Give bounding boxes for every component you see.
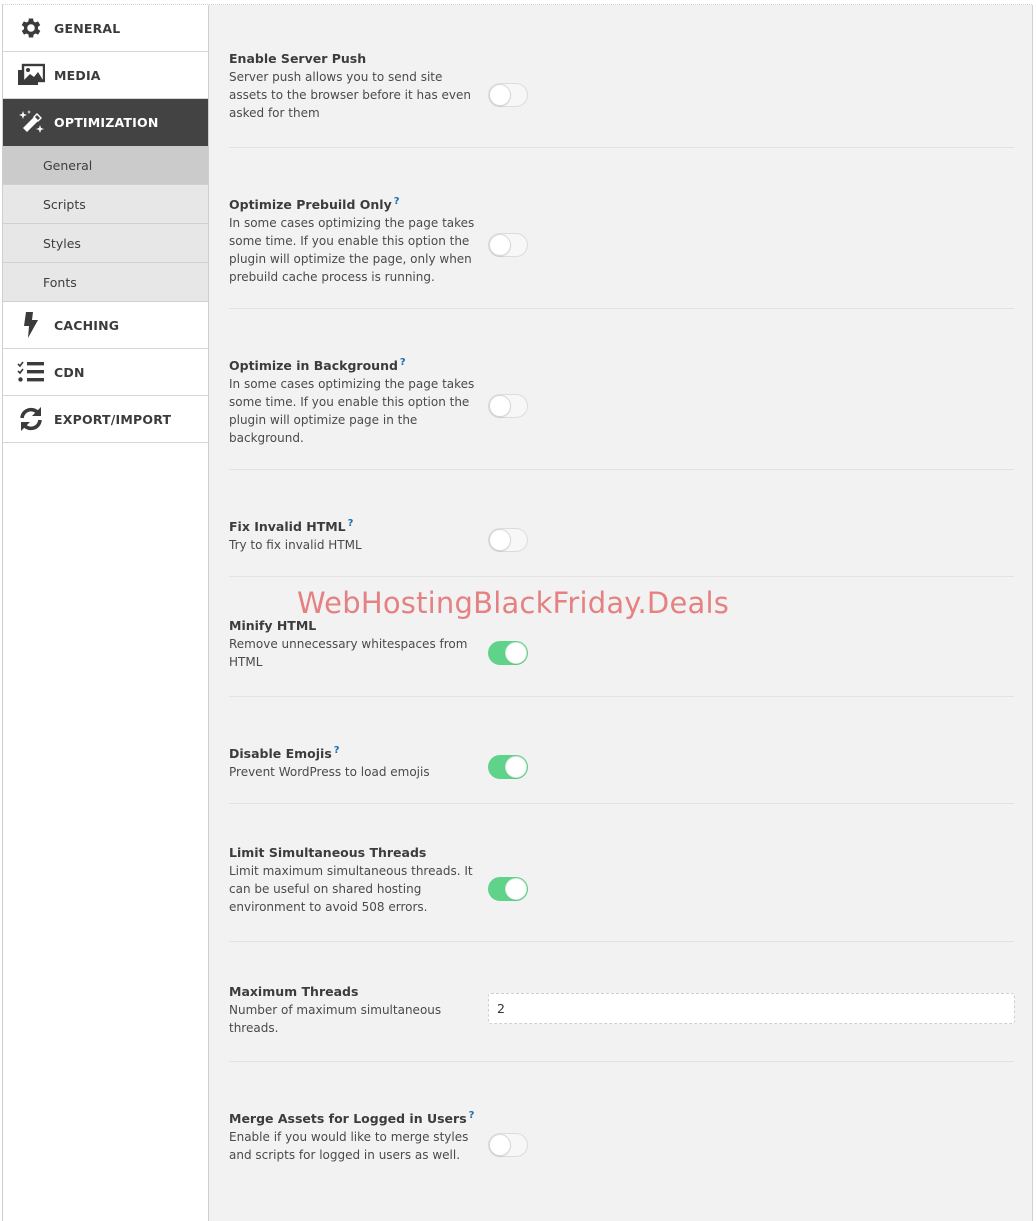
setting-title: Enable Server Push (229, 50, 484, 68)
sidebar-item-label: MEDIA (54, 67, 101, 83)
checklist-icon (16, 357, 46, 387)
setting-enable-server-push: Enable Server Push Server push allows yo… (229, 5, 1014, 148)
setting-text: Merge Assets for Logged in Users? Enable… (229, 1107, 484, 1164)
toggle-knob (489, 84, 511, 106)
settings-panel: Enable Server Push Server push allows yo… (209, 5, 1032, 1221)
setting-text: Optimize in Background? In some cases op… (229, 354, 484, 447)
setting-description: Remove unnecessary whitespaces from HTML (229, 637, 468, 669)
sidebar-item-optimization[interactable]: OPTIMIZATION (3, 99, 208, 146)
sidebar-item-label: OPTIMIZATION (54, 114, 159, 130)
sidebar-item-export-import[interactable]: EXPORT/IMPORT (3, 396, 208, 443)
setting-description: Limit maximum simultaneous threads. It c… (229, 864, 473, 914)
help-link[interactable]: ? (334, 745, 340, 756)
sidebar-item-cdn[interactable]: CDN (3, 349, 208, 396)
setting-title-text: Optimize in Background (229, 358, 398, 374)
subnav-item-scripts[interactable]: Scripts (3, 185, 208, 224)
setting-description: In some cases optimizing the page takes … (229, 377, 475, 446)
subnav-item-fonts[interactable]: Fonts (3, 263, 208, 302)
setting-title: Disable Emojis? (229, 742, 484, 763)
setting-title-text: Enable Server Push (229, 51, 367, 66)
subnav-item-label: General (43, 157, 93, 173)
images-icon (16, 60, 46, 90)
limit-simultaneous-threads-toggle[interactable] (488, 877, 528, 901)
setting-title: Optimize Prebuild Only? (229, 193, 484, 214)
setting-title: Fix Invalid HTML? (229, 515, 484, 536)
setting-description: Number of maximum simultaneous threads. (229, 1003, 442, 1035)
sidebar-item-general[interactable]: GENERAL (3, 5, 208, 52)
app-window: GENERAL MEDIA OPTIMIZATION General Scrip… (0, 0, 1036, 1221)
setting-title-text: Fix Invalid HTML (229, 519, 346, 535)
disable-emojis-toggle[interactable] (488, 755, 528, 779)
help-link[interactable]: ? (394, 196, 400, 207)
setting-limit-simultaneous-threads: Limit Simultaneous Threads Limit maximum… (229, 804, 1014, 942)
setting-optimize-in-background: Optimize in Background? In some cases op… (229, 309, 1014, 470)
setting-title-text: Limit Simultaneous Threads (229, 845, 427, 860)
enable-server-push-toggle[interactable] (488, 83, 528, 107)
toggle-knob (489, 1134, 511, 1156)
merge-assets-logged-in-toggle[interactable] (488, 1133, 528, 1157)
toggle-knob (489, 234, 511, 256)
fix-invalid-html-toggle[interactable] (488, 528, 528, 552)
help-link[interactable]: ? (400, 357, 406, 368)
help-link[interactable]: ? (348, 518, 354, 529)
setting-maximum-threads: Maximum Threads Number of maximum simult… (229, 942, 1015, 1062)
toggle-knob (489, 529, 511, 551)
setting-title-text: Merge Assets for Logged in Users (229, 1111, 467, 1127)
toggle-knob (505, 878, 527, 900)
setting-text: Limit Simultaneous Threads Limit maximum… (229, 844, 484, 916)
sidebar-item-label: CACHING (54, 317, 120, 333)
minify-html-toggle[interactable] (488, 641, 528, 665)
setting-description: In some cases optimizing the page takes … (229, 216, 475, 285)
optimize-in-background-toggle[interactable] (488, 394, 528, 418)
sidebar-item-media[interactable]: MEDIA (3, 52, 208, 99)
setting-title-text: Maximum Threads (229, 984, 359, 999)
setting-minify-html: Minify HTML Remove unnecessary whitespac… (229, 577, 1014, 697)
toggle-knob (505, 756, 527, 778)
setting-title: Merge Assets for Logged in Users? (229, 1107, 484, 1128)
setting-optimize-prebuild-only: Optimize Prebuild Only? In some cases op… (229, 148, 1014, 309)
setting-description: Prevent WordPress to load emojis (229, 765, 430, 780)
sidebar-item-label: GENERAL (54, 20, 121, 36)
setting-title-text: Minify HTML (229, 618, 317, 633)
help-link[interactable]: ? (469, 1110, 475, 1121)
setting-title-text: Disable Emojis (229, 746, 332, 762)
setting-description: Try to fix invalid HTML (229, 538, 362, 553)
scrollbar-edge (1032, 5, 1036, 1221)
subnav-item-general[interactable]: General (3, 146, 208, 185)
lightning-bolt-icon (16, 310, 46, 340)
subnav-item-label: Styles (43, 235, 81, 251)
setting-text: Fix Invalid HTML? Try to fix invalid HTM… (229, 515, 484, 554)
sync-icon (16, 404, 46, 434)
sidebar-item-label: EXPORT/IMPORT (54, 411, 172, 427)
magic-wand-icon (16, 107, 46, 137)
setting-merge-assets-logged-in: Merge Assets for Logged in Users? Enable… (229, 1062, 1014, 1221)
setting-disable-emojis: Disable Emojis? Prevent WordPress to loa… (229, 697, 1014, 804)
gear-icon (16, 13, 46, 43)
setting-title: Maximum Threads (229, 983, 484, 1001)
setting-text: Optimize Prebuild Only? In some cases op… (229, 193, 484, 286)
optimize-prebuild-only-toggle[interactable] (488, 233, 528, 257)
setting-fix-invalid-html: Fix Invalid HTML? Try to fix invalid HTM… (229, 470, 1014, 577)
setting-title: Limit Simultaneous Threads (229, 844, 484, 862)
setting-title-text: Optimize Prebuild Only (229, 197, 392, 213)
toggle-knob (489, 395, 511, 417)
setting-text: Disable Emojis? Prevent WordPress to loa… (229, 742, 484, 781)
setting-text: Minify HTML Remove unnecessary whitespac… (229, 617, 484, 671)
maximum-threads-input[interactable] (488, 993, 1015, 1024)
setting-description: Enable if you would like to merge styles… (229, 1130, 469, 1163)
sidebar: GENERAL MEDIA OPTIMIZATION General Scrip… (2, 5, 209, 1221)
setting-text: Enable Server Push Server push allows yo… (229, 50, 484, 122)
sidebar-item-label: CDN (54, 364, 85, 380)
subnav-item-label: Fonts (43, 274, 77, 290)
subnav-item-label: Scripts (43, 196, 86, 212)
setting-title: Minify HTML (229, 617, 484, 635)
setting-title: Optimize in Background? (229, 354, 484, 375)
setting-description: Server push allows you to send site asse… (229, 70, 471, 120)
sidebar-item-caching[interactable]: CACHING (3, 302, 208, 349)
setting-text: Maximum Threads Number of maximum simult… (229, 983, 484, 1037)
subnav-item-styles[interactable]: Styles (3, 224, 208, 263)
toggle-knob (505, 642, 527, 664)
